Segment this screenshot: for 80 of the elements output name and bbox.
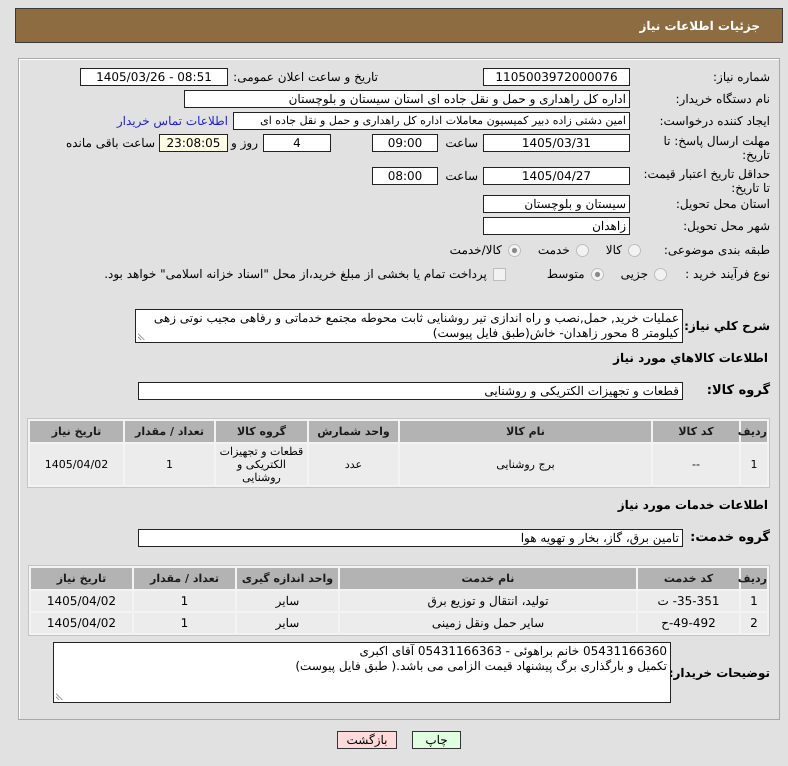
table-cell: سایر [237, 591, 338, 611]
table-cell: 1405/04/02 [31, 613, 132, 633]
field-label: گروه کالا: [706, 382, 770, 400]
column-header: تعداد / مقدار [134, 568, 235, 589]
resize-grip-icon [56, 692, 64, 700]
goods-group-field[interactable]: قطعات و تجهیزات الکتریکی و روشنایی [138, 382, 683, 400]
radio-label: خدمت [538, 242, 570, 258]
radio-label: متوسط [546, 266, 585, 282]
field-label: مهلت ارسال پاسخ: تا تاریخ: [662, 134, 770, 162]
buyer-organization-field[interactable]: اداره کل راهداری و حمل و نقل جاده ای استان سیستان و بلوچستان [184, 90, 630, 108]
table-cell: ح-49-492 [638, 613, 739, 633]
field-label: تاریخ و ساعت اعلان عمومی: [232, 69, 378, 86]
column-header: تاریخ نیاز [31, 568, 132, 589]
table-cell: 1 [134, 591, 235, 611]
field-label: شهر محل تحویل: [682, 218, 770, 235]
print-button[interactable]: چاپ [412, 731, 461, 749]
field-label: حداقل تاریخ اعتبار قیمت: تا تاریخ: [642, 167, 770, 195]
field-label: نام دستگاه خریدار: [674, 91, 770, 108]
column-header: کد کالا [653, 421, 739, 442]
field-label: شرح كلي نياز: [683, 318, 770, 335]
table-cell: سایر حمل ونقل زمینی [340, 613, 636, 633]
field-label: ایجاد کننده درخواست: [658, 113, 770, 130]
deadline-date-field[interactable]: 1405/03/31 [483, 134, 630, 152]
buyer-contact-link[interactable]: اطلاعات تماس خریدار [116, 112, 228, 130]
table-cell: قطعات و تجهیزات الکتریکی و روشنایی [216, 444, 307, 485]
field-label: شماره نیاز: [712, 69, 770, 86]
table-cell: 1405/04/02 [30, 444, 123, 485]
radio-label: کالا/خدمت [450, 242, 502, 258]
column-header: تاریخ نیاز [30, 421, 123, 442]
column-header: کد خدمت [638, 568, 739, 589]
back-button[interactable]: بازگشت [337, 731, 397, 749]
remaining-label: ساعت باقی مانده [66, 135, 155, 152]
table-cell: سایر [237, 613, 338, 633]
field-label: توضیحات خریدار: [671, 664, 770, 682]
column-header: گروه کالا [216, 421, 307, 442]
remaining-time-field[interactable]: 23:08:05 [159, 134, 228, 152]
field-label: طبقه بندی موضوعی: [662, 242, 770, 258]
column-header: واحد اندازه گیری [237, 568, 338, 589]
column-header: ردیف [741, 568, 767, 589]
table-cell: عدد [309, 444, 398, 485]
announcement-date-field[interactable]: 1405/03/26 - 08:51 [80, 68, 228, 86]
radio-label: جزیی [620, 266, 648, 282]
table-cell: 1 [125, 444, 214, 485]
column-header: نام کالا [400, 421, 651, 442]
column-header: ردیف [741, 421, 767, 442]
description-field[interactable]: عملیات خرید, حمل,نصب و راه اندازی تیر روشنایی ثابت محوطه مجتمع خدماتی و رفاهی مجیب نوتی زهی کیلومتر 8 محور زاهدان- خاش(طبق فایل پیوست) [135, 309, 683, 343]
validity-date-field[interactable]: 1405/04/27 [483, 167, 630, 185]
column-header: نام خدمت [340, 568, 636, 589]
city-field[interactable]: زاهدان [483, 217, 630, 235]
field-label: نوع فرآیند خرید : [684, 266, 770, 282]
table-cell: -- [653, 444, 739, 485]
section-heading: اطلاعات كالاهاي مورد نياز [612, 351, 769, 366]
field-label: گروه خدمت: [689, 529, 770, 547]
radio-label: کالا [606, 242, 622, 258]
field-label: استان محل تحویل: [674, 196, 770, 213]
table-cell: 1 [741, 444, 767, 485]
column-header: واحد شمارش [309, 421, 398, 442]
time-label: ساعت [444, 168, 478, 185]
table-cell: 1 [741, 591, 767, 611]
section-heading: اطلاعات خدمات مورد نیاز [616, 498, 769, 513]
days-field[interactable]: 4 [263, 134, 331, 152]
table-cell: تولید، انتقال و توزیع برق [340, 591, 636, 611]
column-header: تعداد / مقدار [125, 421, 214, 442]
requester-field[interactable]: امین دشتی زاده دبیر کمیسیون معاملات اداره کل راهداری و حمل و نقل جاده ای [233, 112, 630, 130]
table-cell: برج روشنایی [400, 444, 651, 485]
validity-time-field[interactable]: 08:00 [372, 167, 438, 185]
table-cell: ت -35-351 [638, 591, 739, 611]
resize-grip-icon [138, 332, 146, 340]
table-cell: 1 [134, 613, 235, 633]
deadline-time-field[interactable]: 09:00 [372, 134, 438, 152]
service-group-field[interactable]: تامین برق، گاز، بخار و تهویه هوا [138, 529, 683, 547]
buyer-notes-field[interactable]: 05431166360 خانم براهوئی - 05431166363 آقای اکبری تکمیل و بارگذاری برگ پیشنهاد قیمت الزامی می باشد.( طبق فایل پیوست) [53, 642, 671, 703]
checkbox-label: پرداخت تمام یا بخشی از مبلغ خرید،از محل "اسناد خزانه اسلامی" خواهد بود. [104, 266, 487, 282]
province-field[interactable]: سیستان و بلوچستان [483, 195, 630, 213]
page-title: جزئیات اطلاعات نیاز [639, 18, 760, 32]
table-cell: 1405/04/02 [31, 591, 132, 611]
table-cell: 2 [741, 613, 767, 633]
need-number-field[interactable]: 1105003972000076 [483, 68, 630, 86]
time-label: ساعت [444, 135, 478, 152]
days-label: روز و [230, 135, 258, 152]
